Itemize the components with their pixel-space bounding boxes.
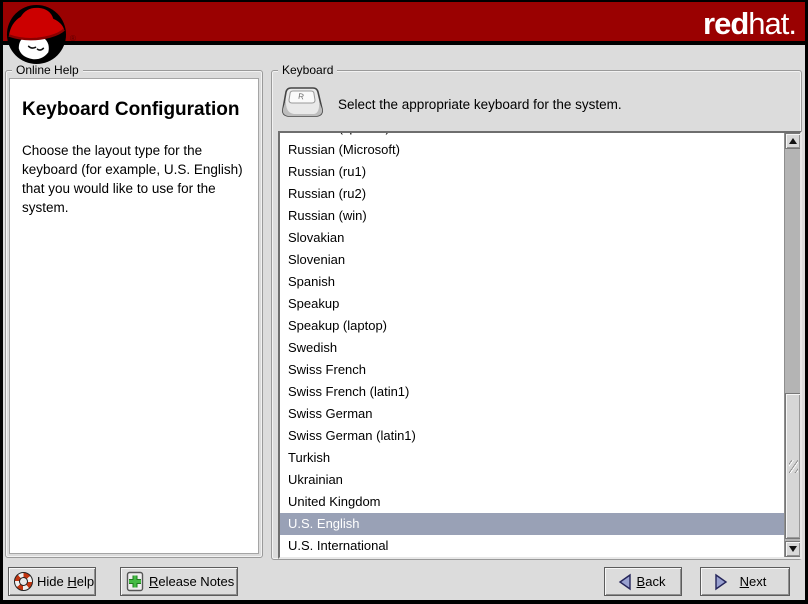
back-arrow-icon [617,573,633,591]
list-item[interactable]: Slovenian [280,249,784,271]
help-body-text: Choose the layout type for the keyboard … [22,141,254,217]
keyboard-list-rows: Russian (cp1251)Russian (Microsoft)Russi… [280,131,784,557]
list-item[interactable]: Russian (ru1) [280,161,784,183]
list-item[interactable]: Russian (cp1251) [280,131,784,139]
scrollbar-up-button[interactable] [785,133,801,149]
keyboard-header: R Select the appropriate keyboard for th… [280,83,622,125]
list-item[interactable]: Turkish [280,447,784,469]
keyboard-instruction: Select the appropriate keyboard for the … [338,97,622,112]
redhat-shadowman-logo-icon [5,3,68,66]
list-item[interactable]: Speakup (laptop) [280,315,784,337]
online-help-panel: Online Help Keyboard Configuration Choos… [5,70,263,558]
scrollbar-thumb[interactable] [785,393,801,539]
release-notes-button[interactable]: Release Notes [120,567,238,596]
list-item[interactable]: Russian (win) [280,205,784,227]
wordmark-hat: hat. [748,6,796,41]
list-item[interactable]: Speakup [280,293,784,315]
installer-window: ® redhat. Online Help Keyboard Configura… [0,0,808,604]
list-item[interactable]: U.S. International [280,535,784,557]
list-item[interactable]: Swiss German (latin1) [280,425,784,447]
keyboard-panel: Keyboard R Select the appropriate keyboa… [271,70,802,560]
help-title: Keyboard Configuration [22,99,248,121]
list-item[interactable]: Ukrainian [280,469,784,491]
list-item[interactable]: Russian (Microsoft) [280,139,784,161]
top-banner [3,2,805,45]
hide-help-label: Hide Help [37,574,94,589]
list-item[interactable]: Spanish [280,271,784,293]
keyboard-list[interactable]: Russian (cp1251)Russian (Microsoft)Russi… [278,131,802,559]
list-item[interactable]: Swiss German [280,403,784,425]
scroll-down-arrow-icon [789,546,797,552]
list-item[interactable]: Russian (ru2) [280,183,784,205]
next-arrow-icon [713,573,729,591]
next-label: Next [740,574,767,589]
list-item[interactable]: U.S. English [280,513,784,535]
list-item[interactable]: Swedish [280,337,784,359]
redhat-wordmark: redhat. [703,6,796,42]
keyboard-frame-label: Keyboard [278,63,337,78]
back-label: Back [637,574,666,589]
list-item[interactable]: Swiss French [280,359,784,381]
hide-help-button[interactable]: Hide Help [8,567,96,596]
wordmark-red: red [703,6,748,41]
registered-trademark: ® [70,34,76,43]
help-lifebuoy-icon [14,572,33,591]
release-notes-label: Release Notes [149,574,234,589]
release-notes-icon [126,571,145,592]
list-item[interactable]: Slovakian [280,227,784,249]
scroll-up-arrow-icon [789,138,797,144]
next-button[interactable]: Next [700,567,790,596]
list-item[interactable]: United Kingdom [280,491,784,513]
scrollbar-down-button[interactable] [785,541,801,557]
online-help-content: Keyboard Configuration Choose the layout… [9,78,259,554]
list-item[interactable]: Swiss French (latin1) [280,381,784,403]
keyboard-list-scrollbar[interactable] [784,133,800,557]
installer-content: ® redhat. Online Help Keyboard Configura… [3,2,805,600]
back-button[interactable]: Back [604,567,682,596]
keyboard-key-icon: R [280,85,324,123]
